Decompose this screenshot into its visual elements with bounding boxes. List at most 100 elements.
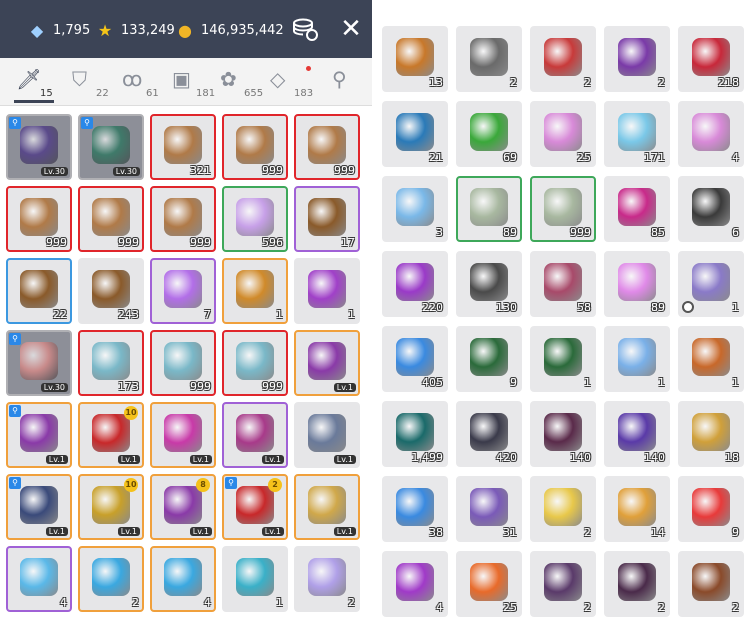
item-slot[interactable]: Lv.1 [294, 474, 360, 540]
item-slot[interactable]: 25 [530, 101, 596, 167]
item-slot[interactable]: 218 [678, 26, 744, 92]
item-count: 999 [46, 236, 67, 249]
tab-armor[interactable]: ⛉ 22 [66, 66, 120, 102]
item-slot[interactable]: 18 [678, 401, 744, 467]
item-slot[interactable]: ⚲ Lv.30 [78, 114, 144, 180]
item-slot[interactable]: 420 [456, 401, 522, 467]
item-slot[interactable]: 89 [604, 251, 670, 317]
item-slot[interactable]: 21 [382, 101, 448, 167]
item-slot[interactable]: 13 [382, 26, 448, 92]
tab-weapon[interactable]: 🗡 15 [10, 66, 64, 103]
item-slot[interactable]: 140 [530, 401, 596, 467]
item-slot[interactable]: 38 [382, 476, 448, 542]
item-slot[interactable]: 140 [604, 401, 670, 467]
item-slot[interactable]: 2 [604, 26, 670, 92]
item-slot[interactable]: Lv.1 [294, 402, 360, 468]
item-count: 999 [262, 164, 283, 177]
magnify-icon: ⚲ [225, 477, 237, 489]
tab-cash[interactable]: ◇ 183 [264, 66, 318, 102]
item-count: 89 [651, 301, 665, 314]
item-slot[interactable]: 2 [456, 26, 522, 92]
item-slot[interactable]: 2 [78, 546, 144, 612]
item-slot[interactable]: 2 [530, 26, 596, 92]
item-slot[interactable]: 1 [222, 546, 288, 612]
coin-stack-icon[interactable] [290, 14, 320, 44]
item-slot[interactable]: 89 [456, 176, 522, 242]
item-slot[interactable]: 9 [678, 476, 744, 542]
close-icon[interactable]: ✕ [336, 14, 366, 44]
item-icon [692, 112, 730, 151]
item-slot[interactable]: 405 [382, 326, 448, 392]
item-slot[interactable]: 999 [530, 176, 596, 242]
item-slot[interactable]: 22 [6, 258, 72, 324]
item-count: 13 [429, 76, 443, 89]
item-slot[interactable]: 999 [294, 114, 360, 180]
item-icon [470, 487, 508, 526]
item-slot[interactable]: 596 [222, 186, 288, 252]
item-slot[interactable]: 999 [6, 186, 72, 252]
item-slot[interactable]: 2 [530, 551, 596, 617]
item-slot[interactable]: 17 [294, 186, 360, 252]
item-slot[interactable]: 4 [678, 101, 744, 167]
magnify-icon: ⚲ [9, 333, 21, 345]
item-slot[interactable]: 7 [150, 258, 216, 324]
item-slot[interactable]: 1 [294, 258, 360, 324]
item-slot[interactable]: 220 [382, 251, 448, 317]
item-slot[interactable]: 25 [456, 551, 522, 617]
item-slot[interactable]: 31 [456, 476, 522, 542]
tab-search[interactable]: ⚲ [326, 66, 372, 102]
tab-accessory-count: 61 [146, 88, 159, 99]
item-slot[interactable]: ⚲ 2 Lv.1 [222, 474, 288, 540]
item-slot[interactable]: 173 [78, 330, 144, 396]
item-slot[interactable]: 171 [604, 101, 670, 167]
item-slot[interactable]: Lv.1 [294, 330, 360, 396]
item-slot[interactable]: 130 [456, 251, 522, 317]
item-slot[interactable]: 85 [604, 176, 670, 242]
item-slot[interactable]: 1 [530, 326, 596, 392]
item-slot[interactable]: 999 [150, 330, 216, 396]
item-count: 21 [429, 151, 443, 164]
tab-misc[interactable]: ✿ 655 [214, 66, 268, 102]
item-slot[interactable]: Lv.1 [150, 402, 216, 468]
item-slot[interactable]: 243 [78, 258, 144, 324]
item-slot[interactable]: 3 [382, 176, 448, 242]
item-slot[interactable]: 2 [530, 476, 596, 542]
item-slot[interactable]: 4 [150, 546, 216, 612]
item-slot[interactable]: 8 Lv.1 [150, 474, 216, 540]
item-slot[interactable]: 1 [678, 251, 744, 317]
item-slot[interactable]: 1 [604, 326, 670, 392]
item-slot[interactable]: ⚲ Lv.30 [6, 330, 72, 396]
item-slot[interactable]: 10 Lv.1 [78, 474, 144, 540]
item-count: 1 [276, 596, 283, 609]
item-slot[interactable]: 14 [604, 476, 670, 542]
item-slot[interactable]: 9 [456, 326, 522, 392]
item-slot[interactable]: 69 [456, 101, 522, 167]
tab-consumable[interactable]: ▣ 181 [166, 66, 220, 102]
item-slot[interactable]: 2 [294, 546, 360, 612]
item-icon [236, 413, 274, 452]
item-slot[interactable]: 999 [222, 114, 288, 180]
item-slot[interactable]: 2 [604, 551, 670, 617]
item-slot[interactable]: 1 [222, 258, 288, 324]
item-slot[interactable]: 58 [530, 251, 596, 317]
item-slot[interactable]: 4 [6, 546, 72, 612]
item-slot[interactable]: 2 [678, 551, 744, 617]
item-count: 4 [204, 596, 211, 609]
item-icon [236, 557, 274, 596]
item-slot[interactable]: Lv.1 [222, 402, 288, 468]
item-slot[interactable]: 999 [78, 186, 144, 252]
item-slot[interactable]: 6 [678, 176, 744, 242]
item-slot[interactable]: 999 [150, 186, 216, 252]
tab-accessory[interactable]: ꝏ 61 [116, 66, 170, 102]
item-slot[interactable]: 999 [222, 330, 288, 396]
item-slot[interactable]: ⚲ Lv.1 [6, 402, 72, 468]
item-slot[interactable]: 10 Lv.1 [78, 402, 144, 468]
item-slot[interactable]: ⚲ Lv.1 [6, 474, 72, 540]
item-slot[interactable]: 1,499 [382, 401, 448, 467]
item-slot[interactable]: 4 [382, 551, 448, 617]
item-slot[interactable]: 1 [678, 326, 744, 392]
item-slot[interactable]: 321 [150, 114, 216, 180]
item-icon [692, 337, 730, 376]
item-slot[interactable]: ⚲ Lv.30 [6, 114, 72, 180]
item-icon [470, 412, 508, 451]
